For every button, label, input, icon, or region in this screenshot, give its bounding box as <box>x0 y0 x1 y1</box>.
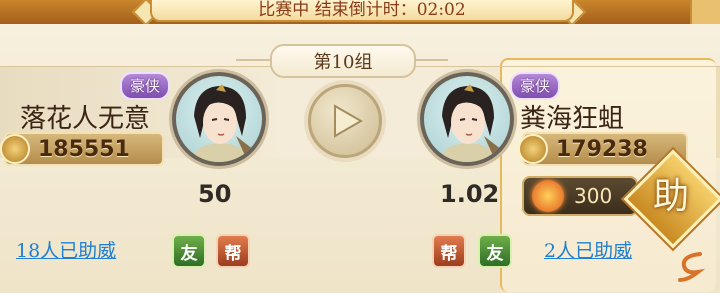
right-player-name: 粪海狂蛆 <box>520 104 625 134</box>
bet-amount-box[interactable]: 300 <box>522 176 638 216</box>
group-tab-line-right <box>414 59 448 61</box>
hero-portrait-icon <box>190 84 254 162</box>
right-supporters-link[interactable]: 2人已助威 <box>544 236 632 263</box>
right-player-avatar[interactable] <box>420 72 514 166</box>
scroll-ornament-icon <box>678 252 706 282</box>
friend-tag-icon: 友 <box>478 234 512 268</box>
right-player-rank-badge: 豪侠 <box>510 72 561 100</box>
left-supporters-link[interactable]: 18人已助威 <box>16 236 116 263</box>
left-player-power: 185551 <box>38 136 130 162</box>
friend-tag-icon: 友 <box>172 234 206 268</box>
right-player-odds: 1.02 <box>440 180 500 208</box>
countdown-label: 比赛中 结束倒计时：02:02 <box>150 0 574 22</box>
left-player-power-box: 185551 <box>0 132 164 166</box>
play-icon <box>334 104 363 138</box>
assist-button-label[interactable]: 助 <box>642 172 700 222</box>
power-icon <box>0 134 30 164</box>
bet-amount: 300 <box>574 184 613 208</box>
guild-tag-icon: 帮 <box>432 234 466 268</box>
left-player-name: 落花人无意 <box>20 104 151 134</box>
right-player-power: 179238 <box>556 136 648 162</box>
left-player-avatar[interactable] <box>172 72 266 166</box>
left-player-odds: 50 <box>198 180 232 208</box>
group-tab-line-left <box>236 59 270 61</box>
left-player-rank-badge: 豪侠 <box>120 72 171 100</box>
power-icon <box>518 134 548 164</box>
guild-tag-icon: 帮 <box>216 234 250 268</box>
play-replay-button[interactable] <box>308 84 382 158</box>
hero-portrait-icon <box>438 84 502 162</box>
group-label: 第10组 <box>270 44 416 78</box>
banner-edge-tab <box>690 0 720 24</box>
flame-coin-icon <box>532 180 564 212</box>
